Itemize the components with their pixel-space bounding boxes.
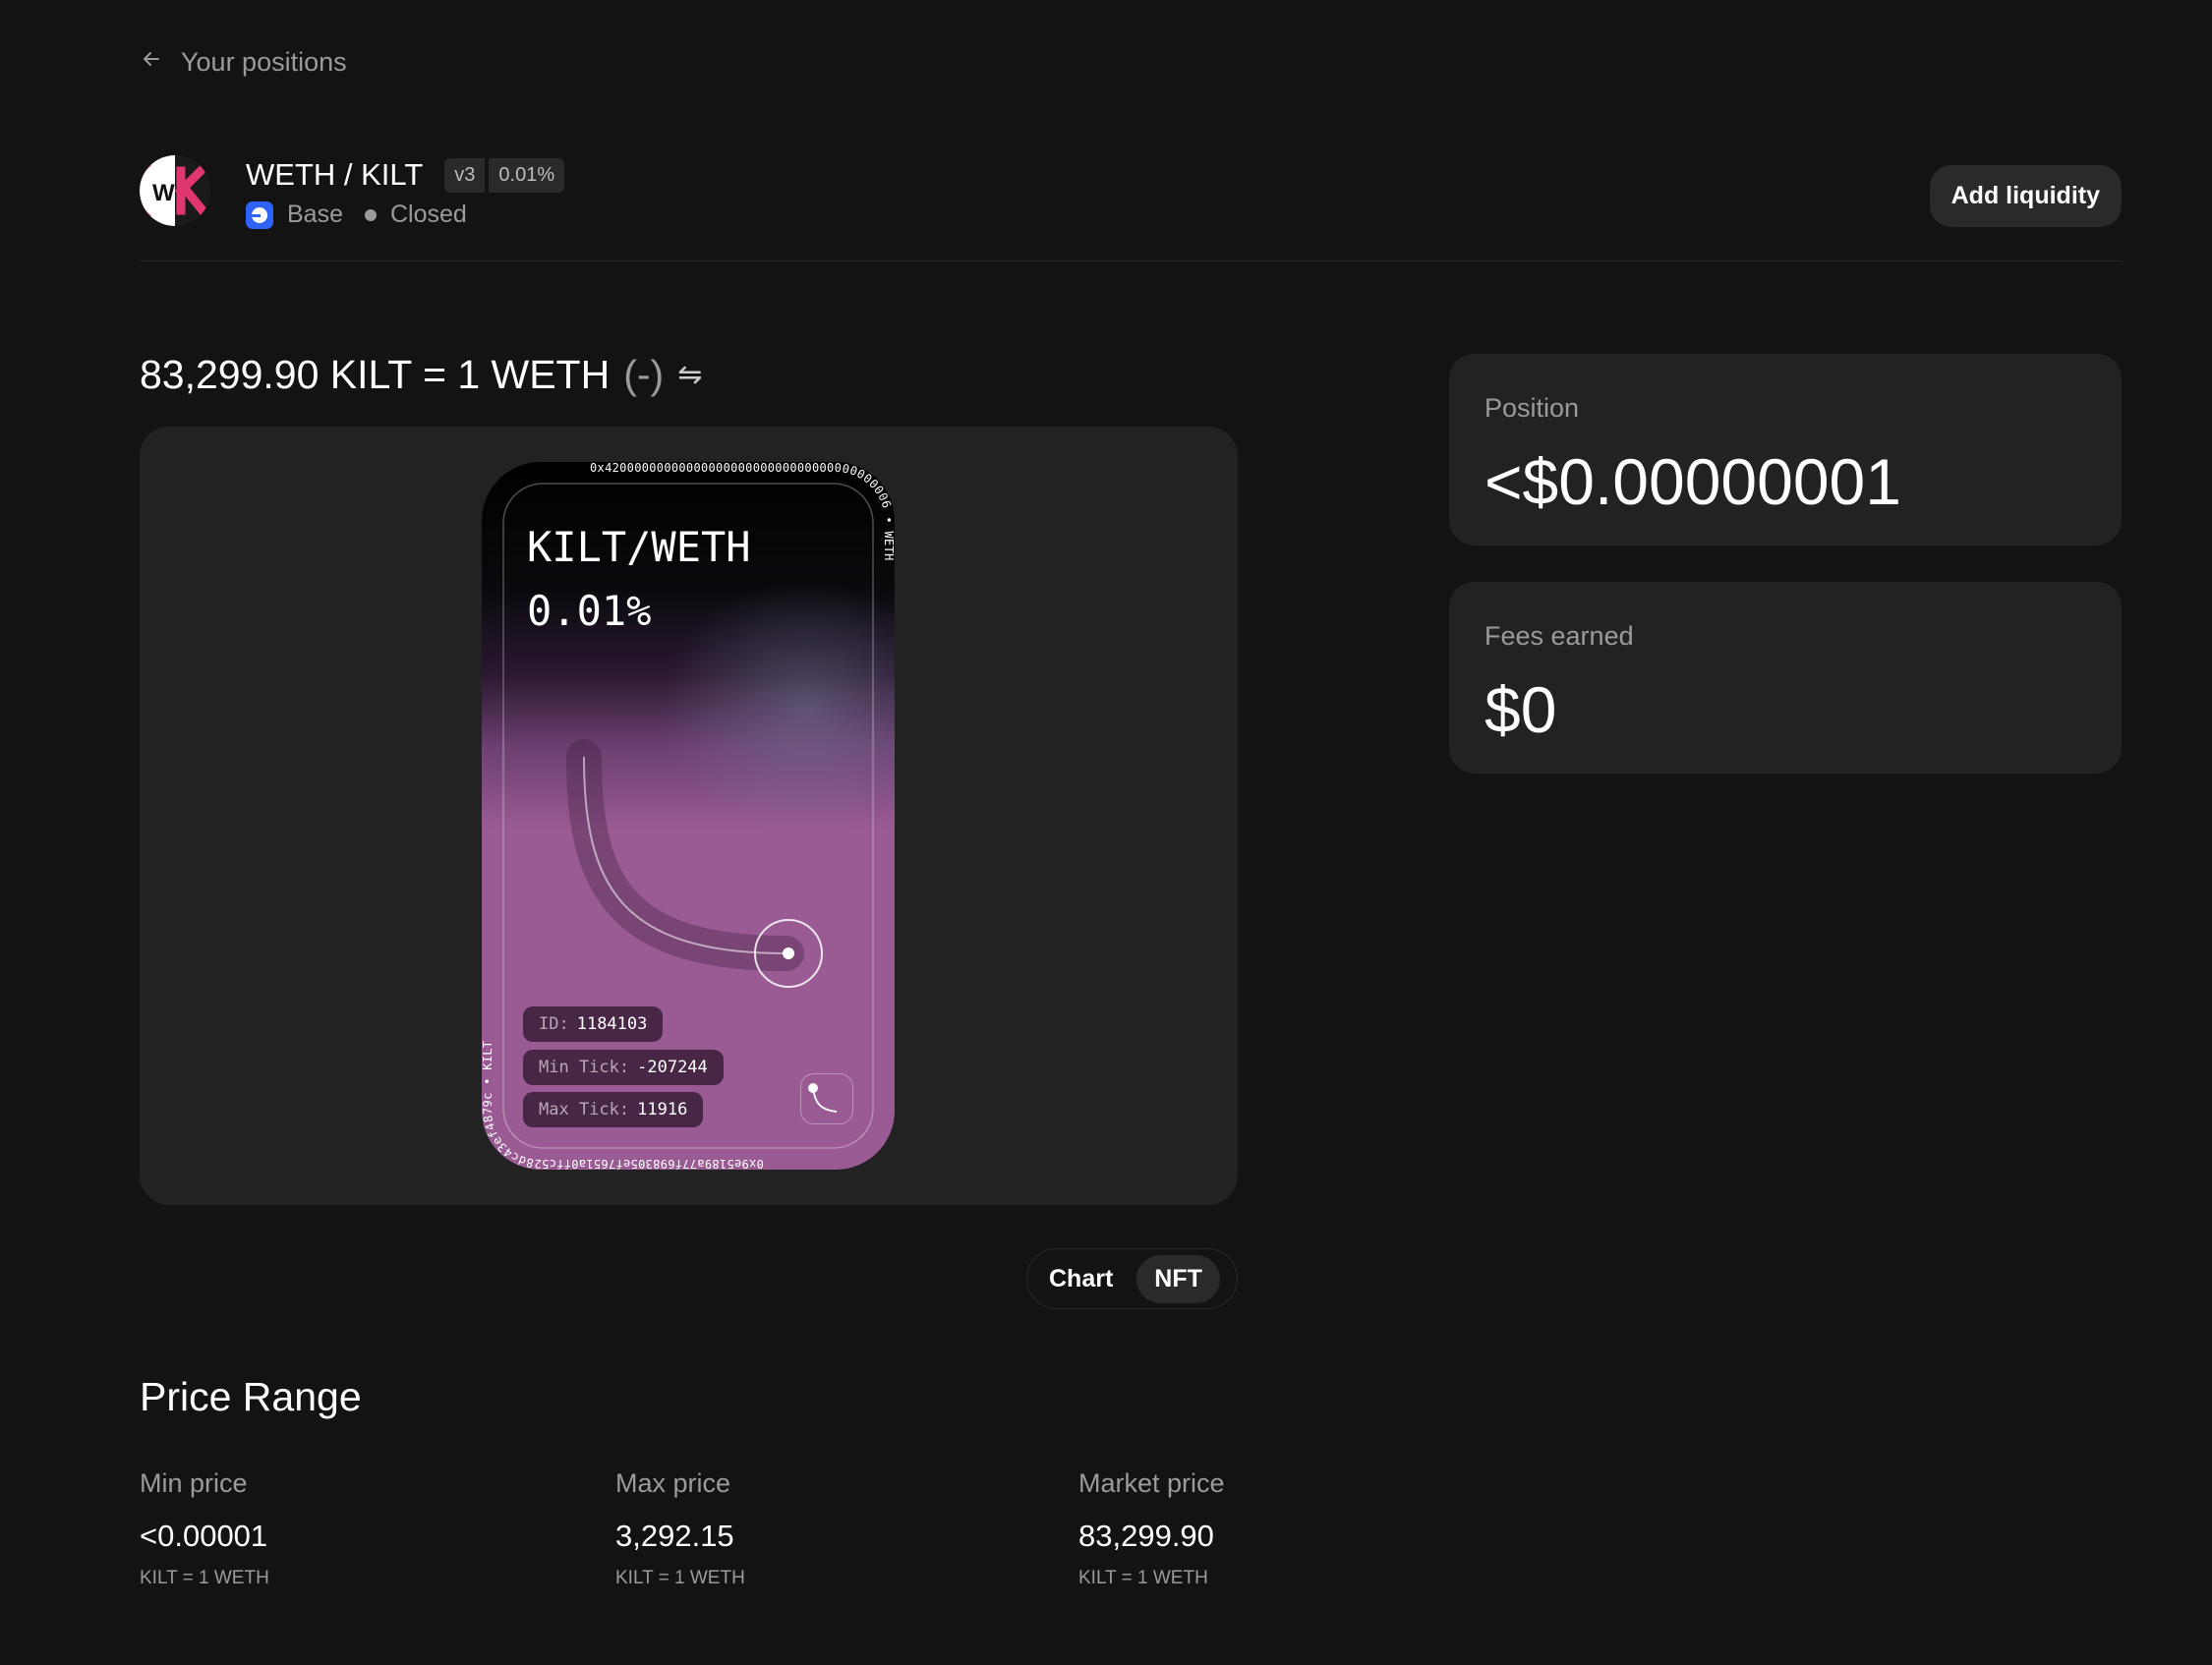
- market-price-label: Market price: [1078, 1468, 1225, 1498]
- curve-icon: [800, 1073, 853, 1124]
- max-price-value: 3,292.15: [615, 1519, 734, 1553]
- price-range-title: Price Range: [140, 1374, 362, 1419]
- market-price-value: 83,299.90: [1078, 1519, 1214, 1553]
- version-badge: v3: [444, 157, 486, 193]
- status-dot-icon: [364, 208, 377, 221]
- max-price-block: Max price 3,292.15 KILT = 1 WETH: [615, 1468, 745, 1589]
- current-price-text: 83,299.90 KILT = 1 WETH: [140, 352, 611, 397]
- pair-title: WETH / KILT: [246, 157, 424, 192]
- fees-value: $0: [1484, 673, 1557, 746]
- nft-title: KILT/WETH 0.01%: [527, 523, 751, 636]
- chart-toggle-button[interactable]: Chart: [1031, 1255, 1131, 1303]
- min-price-value: <0.00001: [140, 1519, 268, 1553]
- back-to-positions-link[interactable]: Your positions: [140, 47, 347, 78]
- price-change: (-): [623, 352, 665, 397]
- arrow-left-icon: [140, 47, 163, 78]
- fee-badge: 0.01%: [489, 157, 565, 193]
- chain-name: Base: [287, 201, 343, 228]
- market-price-unit: KILT = 1 WETH: [1078, 1568, 1208, 1588]
- fees-earned-card: Fees earned $0: [1449, 582, 2122, 774]
- svg-text:W: W: [152, 180, 175, 206]
- nft-max-tick-tag: Max Tick: 11916: [523, 1092, 704, 1127]
- nft-panel: 0x42000000000000000000000000000000000000…: [140, 427, 1238, 1205]
- min-price-block: Min price <0.00001 KILT = 1 WETH: [140, 1468, 269, 1589]
- pool-badges: v3 0.01%: [444, 157, 565, 193]
- min-price-label: Min price: [140, 1468, 248, 1498]
- swap-direction-icon[interactable]: ⇋: [677, 358, 702, 392]
- header-divider: [140, 260, 2122, 261]
- position-value-card: Position <$0.00000001: [1449, 354, 2122, 545]
- max-price-label: Max price: [615, 1468, 731, 1498]
- pair-logo-icon: W: [140, 155, 210, 226]
- position-value: <$0.00000001: [1484, 445, 1901, 518]
- position-nft-card: 0x42000000000000000000000000000000000000…: [482, 462, 895, 1170]
- max-price-unit: KILT = 1 WETH: [615, 1568, 745, 1588]
- base-chain-icon: [246, 201, 273, 229]
- fees-label: Fees earned: [1484, 621, 1634, 651]
- position-label: Position: [1484, 393, 1580, 423]
- min-price-unit: KILT = 1 WETH: [140, 1568, 269, 1588]
- view-toggle: Chart NFT: [1026, 1248, 1238, 1309]
- back-link-label: Your positions: [181, 47, 347, 77]
- nft-id-tag: ID: 1184103: [523, 1006, 664, 1042]
- nft-toggle-button[interactable]: NFT: [1136, 1254, 1220, 1303]
- position-header: W WETH / KILT v3 0.01% Base Closed Add l…: [140, 153, 2122, 261]
- position-status: Closed: [389, 201, 467, 228]
- market-price-block: Market price 83,299.90 KILT = 1 WETH: [1078, 1468, 1225, 1589]
- add-liquidity-button[interactable]: Add liquidity: [1929, 165, 2122, 227]
- current-price: 83,299.90 KILT = 1 WETH (-) ⇋: [140, 352, 702, 398]
- nft-min-tick-tag: Min Tick: -207244: [523, 1050, 724, 1085]
